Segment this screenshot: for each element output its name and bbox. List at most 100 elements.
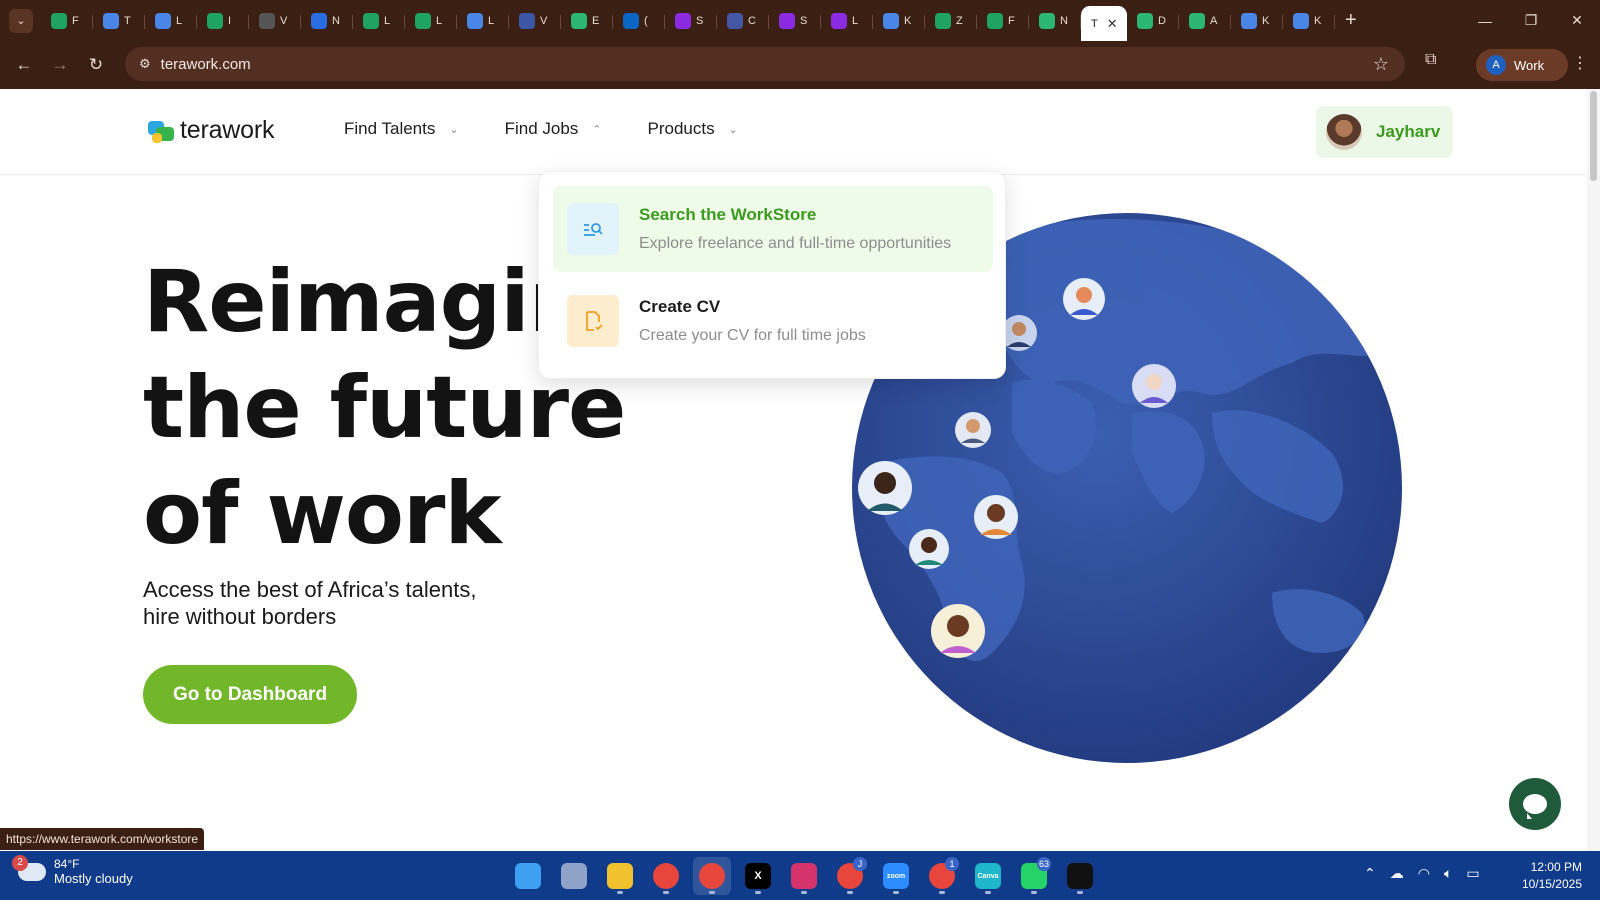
close-tab-icon[interactable]: ✕ (1107, 16, 1118, 32)
docs-icon (467, 12, 483, 29)
browser-tab[interactable]: L (821, 5, 873, 37)
taskbar-app[interactable] (555, 857, 593, 895)
browser-tab[interactable]: N (301, 5, 353, 37)
terawork-icon (1189, 12, 1205, 29)
browser-tab[interactable]: C (717, 5, 769, 37)
hero-subtitle-line: hire without borders (143, 604, 337, 629)
dropdown-item-title: Create CV (639, 297, 721, 316)
terawork-icon (571, 12, 587, 29)
browser-tab[interactable]: L (145, 5, 197, 37)
x-icon: X (745, 863, 771, 889)
search-workstore-item[interactable]: Search the WorkStore Explore freelance an… (553, 186, 993, 272)
browser-tab[interactable]: N (1029, 5, 1081, 37)
address-bar[interactable]: ⚙ terawork.com ☆ (125, 47, 1405, 81)
page-scrollbar[interactable] (1587, 89, 1600, 851)
taskbar-app[interactable]: 63 (1015, 857, 1053, 895)
chat-button[interactable] (1509, 778, 1561, 830)
chrome-work-icon (699, 863, 725, 889)
extensions-icon[interactable]: ⧉ (1425, 51, 1436, 69)
address-url[interactable]: terawork.com (161, 56, 251, 73)
taskbar-app[interactable] (601, 857, 639, 895)
taskbar-app[interactable]: J (831, 857, 869, 895)
weather-widget[interactable]: 2 84°F Mostly cloudy (12, 854, 133, 886)
battery-icon[interactable]: ▭ (1466, 865, 1479, 882)
nav-products[interactable]: Products ⌄ (648, 119, 738, 139)
site-info-icon[interactable]: ⚙ (139, 56, 151, 72)
taskbar-app[interactable] (647, 857, 685, 895)
docs-icon (1241, 12, 1257, 29)
scrollbar-thumb[interactable] (1590, 91, 1597, 181)
new-tab-button[interactable]: + (1345, 9, 1357, 32)
weather-condition: Mostly cloudy (54, 871, 133, 886)
dropdown-item-title: Search the WorkStore (639, 205, 817, 224)
create-cv-item[interactable]: Create CV Create your CV for full time jo… (553, 278, 993, 364)
taskbar-app[interactable] (785, 857, 823, 895)
browser-tab[interactable]: K (873, 5, 925, 37)
search-list-icon (567, 203, 619, 255)
browser-tab[interactable]: Z (925, 5, 977, 37)
bookmark-star-icon[interactable]: ☆ (1373, 54, 1389, 75)
browser-tab[interactable]: S (769, 5, 821, 37)
browser-tab[interactable]: K (1283, 5, 1335, 37)
docs-icon (1293, 12, 1309, 29)
chat-bubble-icon (1523, 794, 1547, 819)
nav-find-jobs[interactable]: Find Jobs ⌃ (505, 119, 602, 139)
close-window-icon[interactable]: ✕ (1554, 12, 1600, 29)
active-tab[interactable]: T ✕ (1081, 6, 1127, 41)
browser-tab[interactable]: L (457, 5, 509, 37)
volume-icon[interactable]: 🔈︎ (1444, 865, 1452, 882)
forward-icon[interactable]: → (42, 47, 78, 83)
browser-tab[interactable]: E (561, 5, 613, 37)
browser-tab[interactable]: V (249, 5, 301, 37)
tab-title: I (228, 14, 232, 27)
browser-tab[interactable]: F (41, 5, 93, 37)
browser-tab[interactable]: L (405, 5, 457, 37)
onedrive-icon[interactable]: ☁ (1390, 865, 1404, 882)
taskbar-app[interactable]: zoom (877, 857, 915, 895)
wifi-icon[interactable]: ◠ (1418, 865, 1430, 882)
profile-button[interactable]: A Work (1476, 49, 1568, 81)
temperature: 84°F (54, 857, 80, 871)
show-hidden-icons-icon[interactable]: ⌃ (1364, 865, 1376, 882)
browser-menu-icon[interactable]: ⋮ (1572, 53, 1588, 73)
taskbar-app[interactable]: X (739, 857, 777, 895)
browser-tab[interactable]: L (353, 5, 405, 37)
tab-title: V (540, 14, 548, 27)
taskbar-app[interactable] (509, 857, 547, 895)
browser-tab[interactable]: S (665, 5, 717, 37)
tab-title: K (904, 14, 912, 27)
browser-tab-strip: ⌄ F T L I V N L L L V E(S C S L K Z F N T ✕ D A K K + — ❐ ✕ (0, 0, 1600, 41)
running-indicator (1077, 891, 1083, 894)
terawork-logo[interactable]: terawork (148, 116, 274, 145)
browser-tab[interactable]: F (977, 5, 1029, 37)
go-to-dashboard-button[interactable]: Go to Dashboard (143, 665, 357, 724)
back-icon[interactable]: ← (6, 47, 42, 83)
docs-icon (103, 12, 119, 29)
browser-tab[interactable]: ( (613, 5, 665, 37)
browser-tab[interactable]: D (1127, 5, 1179, 37)
user-menu[interactable]: Jayharv (1316, 106, 1453, 158)
taskbar-app[interactable]: Canva (969, 857, 1007, 895)
browser-tab[interactable]: K (1231, 5, 1283, 37)
tab-search-button[interactable]: ⌄ (9, 8, 33, 33)
taskbar-app[interactable] (1061, 857, 1099, 895)
nav-label: Find Talents (344, 119, 436, 138)
restore-icon[interactable]: ❐ (1508, 12, 1554, 29)
sheets-icon (51, 12, 67, 29)
clock[interactable]: 12:00 PM 10/15/2025 (1510, 859, 1582, 893)
nav-find-talents[interactable]: Find Talents ⌄ (344, 119, 459, 139)
minimize-icon[interactable]: — (1462, 13, 1508, 29)
browser-tab[interactable]: A (1179, 5, 1231, 37)
tab-title: K (1314, 14, 1322, 27)
avatar (1326, 114, 1362, 150)
taskbar-app[interactable] (693, 857, 731, 895)
browser-tab[interactable]: T (93, 5, 145, 37)
running-indicator (893, 891, 899, 894)
taskbar-app[interactable]: 1 (923, 857, 961, 895)
browser-tab[interactable]: I (197, 5, 249, 37)
tab-title: V (280, 14, 288, 27)
reload-icon[interactable]: ↻ (78, 47, 114, 83)
browser-tab[interactable]: V (509, 5, 561, 37)
tab-title: N (1060, 14, 1068, 27)
tab-title: ( (644, 14, 648, 27)
